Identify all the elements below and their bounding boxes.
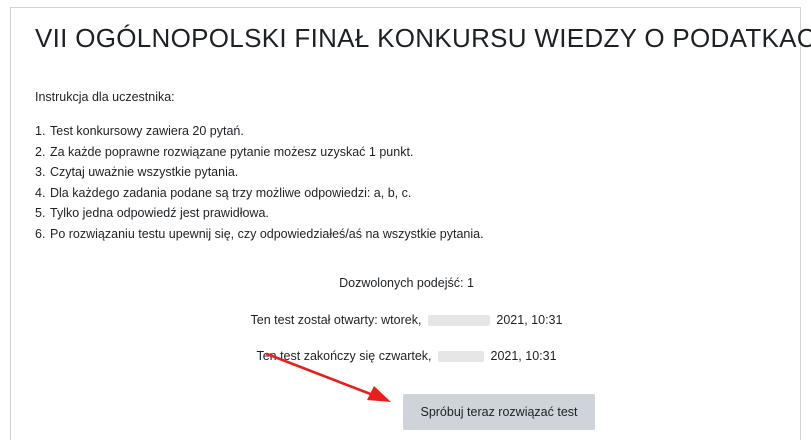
quiz-close-date: Ten test zakończy się czwartek, 2021, 10… bbox=[11, 349, 802, 363]
arrow-shaft bbox=[265, 352, 375, 397]
list-item-number: 2. bbox=[35, 144, 46, 159]
quiz-open-date: Ten test został otwarty: wtorek, 2021, 1… bbox=[11, 313, 802, 327]
open-date-prefix: Ten test został otwarty: wtorek, bbox=[250, 313, 422, 327]
red-arrow-icon bbox=[265, 352, 391, 402]
arrow-head bbox=[367, 386, 391, 402]
list-item-text: Test konkursowy zawiera 20 pytań. bbox=[50, 124, 244, 138]
open-date-suffix: 2021, 10:31 bbox=[496, 313, 563, 327]
quiz-title: VII OGÓLNOPOLSKI FINAŁ KONKURSU WIEDZY O… bbox=[35, 23, 811, 53]
list-item-text: Tylko jedna odpowiedź jest prawidłowa. bbox=[50, 206, 269, 220]
list-item: 4. Dla każdego zadania podane są trzy moż… bbox=[35, 183, 484, 204]
quiz-card: VII OGÓLNOPOLSKI FINAŁ KONKURSU WIEDZY O… bbox=[10, 7, 811, 440]
list-item-number: 1. bbox=[35, 124, 46, 138]
start-attempt-button[interactable]: Spróbuj teraz rozwiązać test bbox=[403, 394, 595, 430]
list-item: 3. Czytaj uważnie wszystkie pytania. bbox=[35, 162, 484, 183]
close-date-suffix: 2021, 10:31 bbox=[490, 349, 557, 363]
instructions-heading: Instrukcja dla uczestnika: bbox=[35, 90, 175, 104]
page: VII OGÓLNOPOLSKI FINAŁ KONKURSU WIEDZY O… bbox=[0, 0, 811, 440]
list-item: 2. Za każde poprawne rozwiązane pytanie m… bbox=[35, 142, 484, 163]
instructions-list: 1. Test konkursowy zawiera 20 pytań. 2. Za… bbox=[35, 121, 484, 244]
list-item: 1. Test konkursowy zawiera 20 pytań. bbox=[35, 121, 484, 142]
redacted-date bbox=[438, 351, 485, 363]
list-item-text: Czytaj uważnie wszystkie pytania. bbox=[50, 165, 239, 179]
list-item-text: Po rozwiązaniu testu upewnij się, czy od… bbox=[50, 226, 484, 241]
list-item: 5. Tylko jedna odpowiedź jest prawidłowa. bbox=[35, 203, 484, 224]
list-item-text: Dla każdego zadania podane są trzy możli… bbox=[50, 185, 412, 200]
list-item: 6. Po rozwiązaniu testu upewnij się, czy … bbox=[35, 224, 484, 245]
list-item-number: 4. bbox=[35, 185, 46, 200]
list-item-text: Za każde poprawne rozwiązane pytanie moż… bbox=[50, 144, 414, 159]
redacted-date bbox=[427, 315, 490, 327]
list-item-number: 6. bbox=[35, 226, 46, 241]
attempts-allowed: Dozwolonych podejść: 1 bbox=[339, 276, 474, 290]
list-item-number: 3. bbox=[35, 165, 46, 179]
list-item-number: 5. bbox=[35, 206, 46, 220]
